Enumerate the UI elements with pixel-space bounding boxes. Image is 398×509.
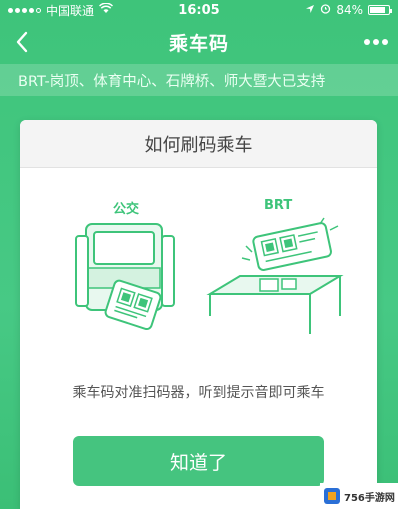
more-dot-icon [373, 39, 379, 45]
carrier-label: 中国联通 [46, 3, 95, 18]
dialog-title: 如何刷码乘车 [144, 134, 253, 156]
instruction-dialog: 如何刷码乘车 公交 BRT 乘车码对准扫码器，听到提示音即可乘车 知道了 [20, 120, 377, 509]
banner-text: BRT-岗顶、体育中心、石牌桥、师大暨大已支持 [18, 73, 326, 90]
more-options-button[interactable] [364, 32, 388, 52]
more-dot-icon [364, 39, 370, 45]
page-title: 乘车码 [168, 32, 229, 55]
back-button[interactable] [8, 28, 36, 56]
dialog-header: 如何刷码乘车 [20, 120, 377, 168]
nav-bar: 乘车码 [0, 20, 398, 64]
got-it-button[interactable]: 知道了 [73, 436, 324, 486]
bus-scanner-illustration [75, 223, 175, 331]
wifi-icon [98, 2, 114, 17]
chevron-left-icon [16, 31, 28, 53]
status-right: 84% [305, 3, 392, 17]
got-it-label: 知道了 [169, 451, 227, 474]
watermark-logo-icon [324, 488, 340, 504]
more-dot-icon [382, 39, 388, 45]
brt-scanner-illustration [206, 217, 344, 334]
battery-percent: 84% [336, 3, 363, 17]
battery-fill [370, 7, 386, 13]
status-time: 16:05 [178, 2, 220, 18]
watermark-text: 756手游网 [344, 492, 395, 504]
location-icon [305, 3, 315, 17]
status-bar: 中国联通 16:05 84% [0, 0, 398, 20]
bus-label: 公交 [113, 202, 140, 217]
status-left: 中国联通 [8, 2, 114, 19]
brt-label: BRT [264, 198, 293, 213]
alarm-icon [320, 3, 331, 17]
scan-hint-text: 乘车码对准扫码器，听到提示音即可乘车 [72, 385, 325, 401]
battery-icon [368, 5, 392, 15]
supported-stations-banner: BRT-岗顶、体育中心、石牌桥、师大暨大已支持 [0, 64, 398, 96]
watermark: 756手游网 [320, 483, 398, 509]
signal-strength-icon [8, 7, 41, 13]
